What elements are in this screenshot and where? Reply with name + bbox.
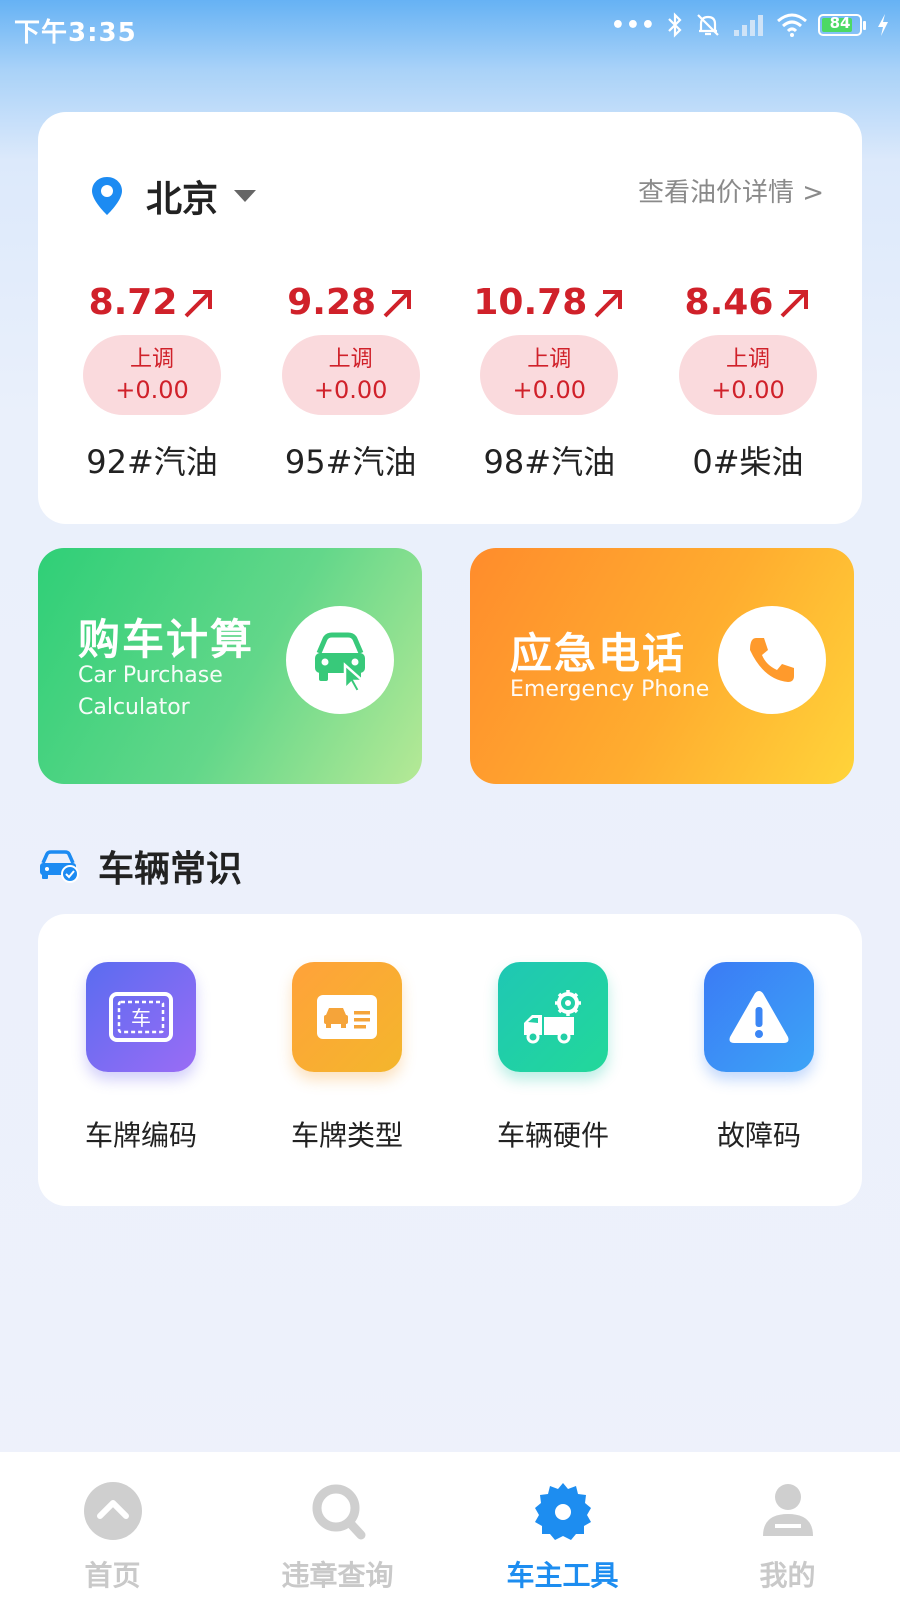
fuel-price-list: 8.72 上调 +0.00 92#汽油 9.28 上调 +0.00 95#汽油 … — [58, 282, 842, 483]
fuel-price-row: 10.78 — [473, 282, 625, 323]
status-time: 下午3:35 — [14, 18, 137, 48]
nav-violation-query[interactable]: 违章查询 — [225, 1452, 450, 1600]
battery-icon: 84 — [818, 14, 866, 36]
plate-glyph: 车 — [131, 1006, 151, 1030]
fuel-name: 0#柴油 — [692, 443, 804, 481]
change-value: +0.00 — [313, 376, 388, 404]
car-purchase-calculator-button[interactable]: 购车计算 Car Purchase Calculator — [38, 548, 422, 784]
knowledge-label: 故障码 — [716, 1119, 801, 1152]
user-icon — [762, 1484, 813, 1536]
warning-triangle-icon — [704, 962, 814, 1072]
nav-label: 违章查询 — [281, 1559, 394, 1592]
fuel-price-row: 9.28 — [287, 282, 414, 323]
fuel-item-92[interactable]: 8.72 上调 +0.00 92#汽油 — [58, 282, 246, 483]
nav-profile[interactable]: 我的 — [675, 1452, 900, 1600]
fuel-name: 95#汽油 — [284, 443, 417, 481]
nav-label: 车主工具 — [506, 1559, 619, 1592]
fuel-name: 92#汽油 — [86, 443, 218, 481]
bottom-nav: 首页 违章查询 车主工具 我的 — [0, 1452, 900, 1600]
nav-owner-tools[interactable]: 车主工具 — [450, 1452, 675, 1600]
change-value: +0.00 — [512, 376, 587, 404]
status-icons: ••• 84 — [611, 12, 890, 38]
vehicle-hardware-item[interactable]: 车辆硬件 — [450, 962, 656, 1154]
license-plate-icon: 车 — [86, 962, 196, 1072]
more-dots-icon: ••• — [610, 12, 656, 38]
emergency-subtitle: Emergency Phone — [510, 677, 710, 702]
plate-code-item[interactable]: 车 车牌编码 — [38, 962, 244, 1154]
change-direction: 上调 — [129, 347, 174, 372]
location-pin-icon — [92, 177, 122, 215]
fuel-price: 9.28 — [287, 282, 377, 323]
arrow-up-right-icon — [780, 289, 809, 317]
emergency-title: 应急电话 — [510, 629, 687, 678]
knowledge-list: 车 车牌编码 车牌类型 车辆硬件 故障码 — [38, 962, 862, 1154]
fuel-name: 98#汽油 — [483, 443, 616, 481]
vehicle-knowledge-header: 车辆常识 — [38, 840, 242, 892]
car-cursor-icon — [286, 606, 394, 714]
knowledge-label: 车辆硬件 — [496, 1119, 609, 1152]
signal-icon — [734, 15, 763, 36]
caret-down-icon — [234, 190, 257, 202]
fuel-item-98[interactable]: 10.78 上调 +0.00 98#汽油 — [455, 282, 643, 483]
emergency-phone-button[interactable]: 应急电话 Emergency Phone — [470, 548, 854, 784]
fuel-price: 8.72 — [88, 282, 178, 323]
knowledge-label: 车牌编码 — [84, 1119, 197, 1152]
section-title: 车辆常识 — [98, 849, 243, 890]
change-value: +0.00 — [711, 376, 785, 404]
calculator-subtitle-line1: Car Purchase — [78, 663, 223, 688]
search-icon — [312, 1484, 365, 1540]
arrow-up-right-icon — [184, 289, 213, 317]
nav-home[interactable]: 首页 — [0, 1452, 225, 1600]
calculator-title: 购车计算 — [78, 615, 255, 664]
change-direction: 上调 — [328, 347, 373, 372]
arrow-up-right-icon — [383, 289, 412, 317]
city-selector[interactable]: 北京 — [90, 170, 257, 222]
change-direction: 上调 — [527, 347, 572, 372]
city-name: 北京 — [146, 179, 219, 220]
fuel-item-diesel[interactable]: 8.46 上调 +0.00 0#柴油 — [654, 282, 842, 483]
bluetooth-icon — [668, 12, 682, 38]
fuel-price: 10.78 — [473, 282, 588, 323]
change-badge: 上调 +0.00 — [480, 335, 619, 415]
nav-label: 首页 — [84, 1559, 141, 1592]
fuel-details-link[interactable]: 查看油价详情 > — [638, 172, 824, 209]
fuel-price-row: 8.46 — [685, 282, 812, 323]
id-card-car-icon — [292, 962, 402, 1072]
change-badge: 上调 +0.00 — [678, 335, 817, 415]
change-direction: 上调 — [725, 347, 770, 372]
nav-label: 我的 — [759, 1559, 816, 1592]
charging-icon — [878, 14, 888, 36]
vehicle-knowledge-card: 车 车牌编码 车牌类型 车辆硬件 故障码 — [38, 914, 862, 1206]
car-check-icon — [40, 850, 79, 883]
fuel-item-95[interactable]: 9.28 上调 +0.00 95#汽油 — [257, 282, 445, 483]
knowledge-label: 车牌类型 — [290, 1119, 403, 1152]
plate-type-item[interactable]: 车牌类型 — [244, 962, 450, 1154]
mute-bell-icon — [697, 14, 719, 36]
wifi-icon — [777, 13, 807, 37]
truck-gear-icon — [498, 962, 608, 1072]
phone-icon — [718, 606, 826, 714]
status-bar: 下午3:35 ••• 84 — [0, 0, 900, 56]
arrow-up-right-icon — [594, 289, 623, 317]
change-value: +0.00 — [115, 376, 189, 404]
calculator-subtitle-line2: Calculator — [78, 695, 190, 720]
change-badge: 上调 +0.00 — [281, 335, 420, 415]
fuel-price: 8.46 — [684, 282, 774, 323]
home-chevron-icon — [83, 1482, 142, 1540]
fault-code-item[interactable]: 故障码 — [656, 962, 862, 1154]
fuel-price-row: 8.72 — [89, 282, 216, 323]
fuel-price-card: 北京 查看油价详情 > 8.72 上调 +0.00 92#汽油 9.28 上调 … — [38, 112, 862, 524]
gear-icon — [534, 1483, 591, 1540]
change-badge: 上调 +0.00 — [83, 335, 221, 415]
